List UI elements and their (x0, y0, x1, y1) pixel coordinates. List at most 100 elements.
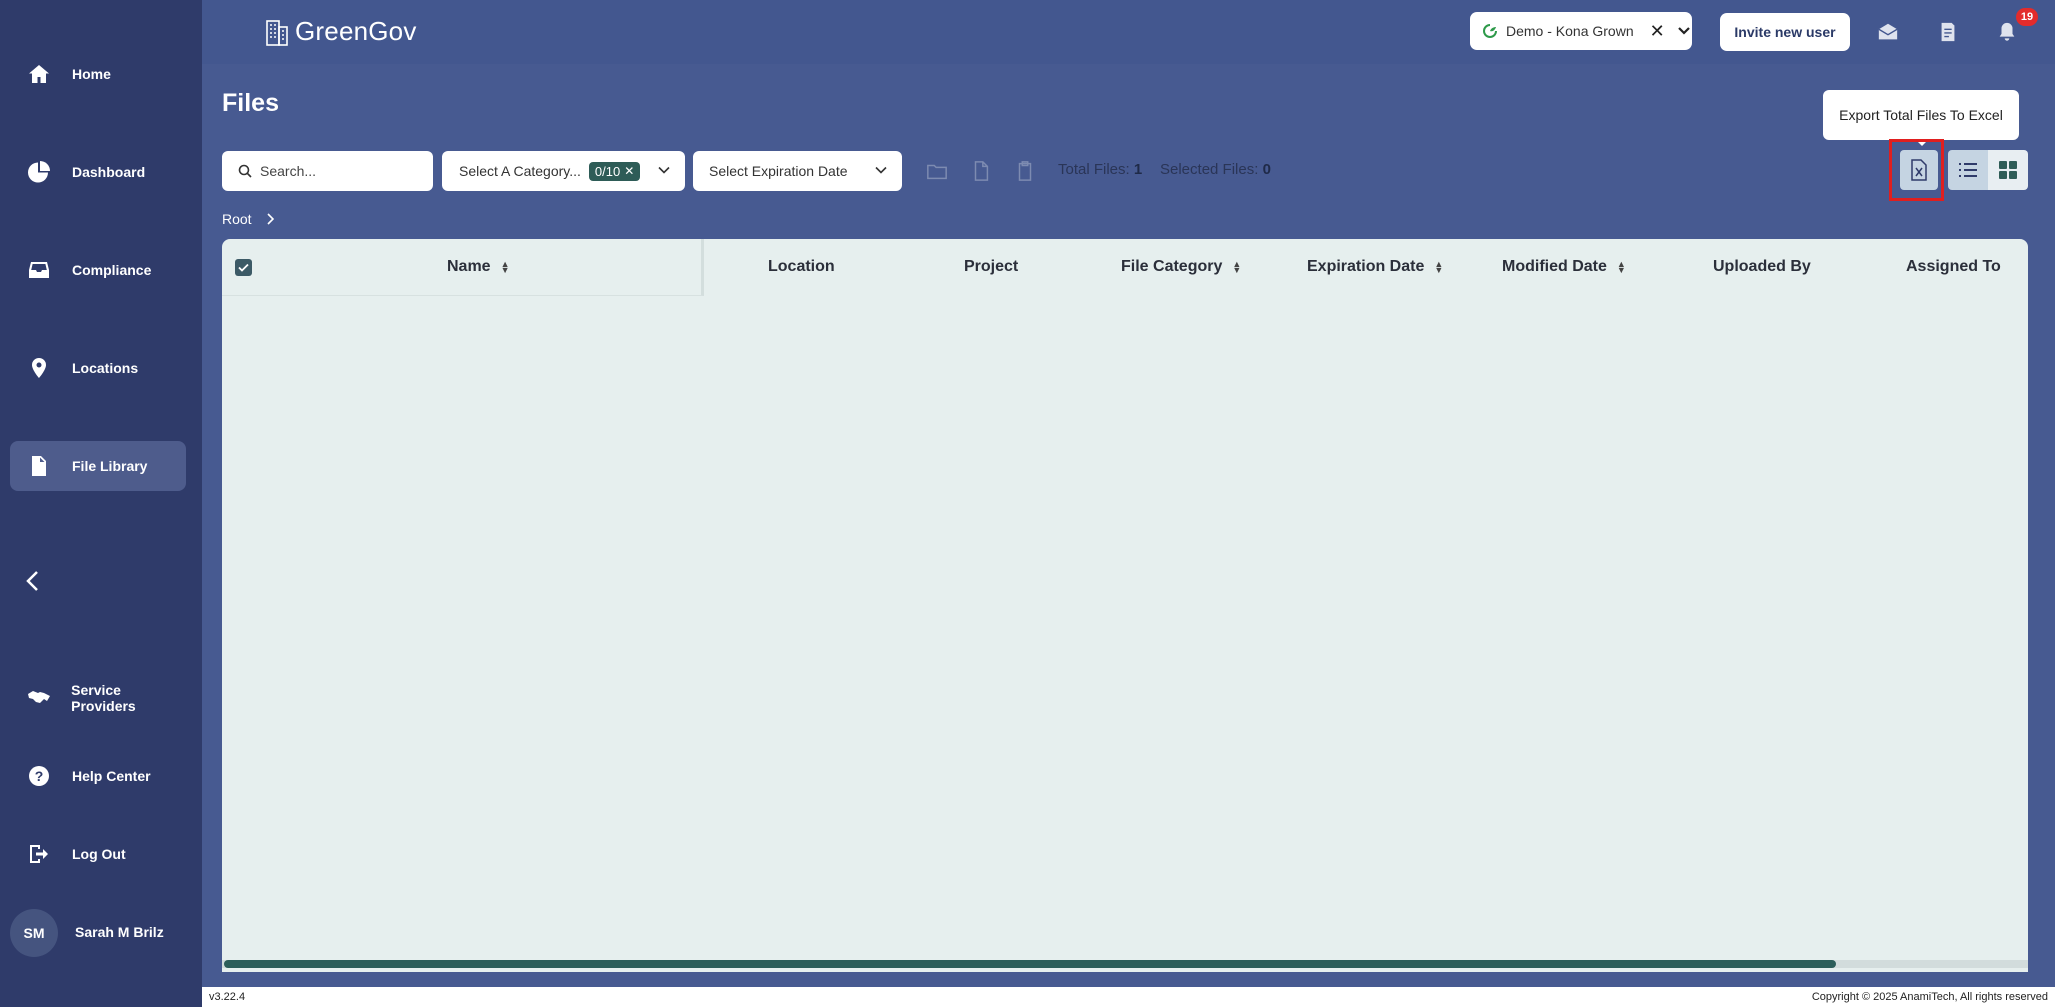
check-icon (238, 263, 249, 272)
th-expiration-date[interactable]: Expiration Date ▲ ▼ (1307, 258, 1443, 276)
building-icon (266, 19, 288, 46)
files-table: Name ▲ ▼ Location Project File Category ▲… (222, 239, 2028, 972)
folder-icon (927, 164, 947, 180)
clipboard-icon (1018, 161, 1032, 181)
sidebar-item-compliance[interactable]: Compliance (10, 245, 186, 295)
grid-view-button[interactable] (1988, 150, 2028, 190)
brand-logo[interactable]: GreenGov (264, 16, 417, 47)
sidebar-item-label: Locations (72, 360, 139, 376)
notification-badge: 19 (2016, 8, 2038, 26)
avatar[interactable]: SM (10, 909, 58, 957)
export-tooltip: Export Total Files To Excel (1823, 90, 2019, 146)
total-files-label: Total Files: (1058, 161, 1130, 178)
th-expiration-date-label: Expiration Date (1307, 258, 1425, 275)
top-header: GreenGov Demo - Kona Grown ✕ Invite new … (202, 0, 2055, 64)
file-icon (24, 451, 54, 481)
leaf-icon (1483, 24, 1497, 38)
bell-icon (1999, 22, 2015, 41)
sidebar-item-label: Log Out (72, 846, 126, 862)
th-project-label: Project (964, 258, 1019, 275)
sidebar-item-home[interactable]: Home (10, 49, 186, 99)
grid-icon (1999, 161, 2017, 179)
search-input[interactable] (260, 163, 430, 179)
pie-chart-icon (24, 157, 54, 187)
question-circle-icon: ? (24, 761, 54, 791)
th-uploaded-by-label: Uploaded By (1713, 258, 1811, 275)
category-count-chip[interactable]: 0/10 ✕ (588, 161, 641, 181)
documents-button[interactable] (1933, 17, 1963, 47)
sidebar-item-label: Service Providers (71, 682, 136, 714)
category-count: 0/10 (594, 163, 621, 179)
sidebar-item-label: Compliance (72, 262, 152, 278)
new-file-button[interactable] (968, 158, 994, 184)
organization-select[interactable]: Demo - Kona Grown ✕ (1470, 12, 1692, 50)
document-icon (1941, 22, 1955, 42)
th-assigned-to[interactable]: Assigned To (1906, 258, 2001, 276)
th-location-label: Location (768, 258, 835, 275)
collapse-sidebar-button[interactable] (18, 566, 48, 596)
svg-text:?: ? (35, 768, 44, 784)
th-name[interactable]: Name ▲ ▼ (447, 258, 510, 276)
messages-button[interactable] (1873, 17, 1903, 47)
expiration-placeholder: Select Expiration Date (709, 163, 848, 179)
selected-files-stat: Selected Files: 0 (1160, 161, 1271, 178)
new-folder-button[interactable] (924, 158, 950, 184)
sidebar-item-locations[interactable]: Locations (10, 343, 186, 393)
sidebar-item-label: Home (72, 66, 111, 82)
sort-icon: ▲ ▼ (1232, 259, 1242, 275)
user-name[interactable]: Sarah M Brilz (75, 924, 164, 940)
copyright: Copyright © 2025 AnamiTech, All rights r… (1811, 991, 2048, 1003)
sidebar-item-help-center[interactable]: ? Help Center (10, 751, 186, 801)
organization-value: Demo - Kona Grown (1506, 23, 1634, 39)
sort-icon: ▲ ▼ (1616, 259, 1626, 275)
clear-category-icon[interactable]: ✕ (624, 164, 634, 178)
category-placeholder: Select A Category... (459, 163, 581, 179)
selected-files-label: Selected Files: (1160, 161, 1259, 178)
name-column-header: Name ▲ ▼ (222, 239, 704, 296)
chevron-down-icon (875, 166, 887, 174)
footer: v3.22.4 Copyright © 2025 AnamiTech, All … (202, 987, 2055, 1007)
brand-name: GreenGov (295, 16, 417, 46)
sort-icon: ▲ ▼ (500, 259, 510, 275)
sort-icon: ▲ ▼ (1434, 259, 1444, 275)
sidebar-item-log-out[interactable]: Log Out (10, 829, 186, 879)
app-version: v3.22.4 (209, 991, 246, 1003)
th-modified-date[interactable]: Modified Date ▲ ▼ (1502, 258, 1626, 276)
home-icon (24, 59, 54, 89)
list-view-button[interactable] (1948, 150, 1988, 190)
export-excel-button[interactable] (1900, 150, 1938, 190)
map-pin-icon (24, 353, 54, 383)
search-box[interactable] (222, 151, 433, 191)
chevron-right-icon (267, 213, 274, 225)
chevron-down-icon[interactable] (1677, 26, 1691, 36)
th-modified-date-label: Modified Date (1502, 258, 1607, 275)
invite-new-user-button[interactable]: Invite new user (1720, 13, 1850, 51)
list-icon (1959, 163, 1977, 177)
breadcrumb-root[interactable]: Root (222, 211, 252, 227)
category-select[interactable]: Select A Category... 0/10 ✕ (442, 151, 685, 191)
sidebar-item-service-providers[interactable]: Service Providers (10, 673, 186, 723)
scrollbar-thumb[interactable] (224, 960, 1836, 968)
clipboard-button[interactable] (1012, 158, 1038, 184)
inbox-tray-icon (24, 255, 54, 285)
excel-file-icon (1911, 159, 1927, 181)
logout-icon (24, 839, 54, 869)
th-assigned-to-label: Assigned To (1906, 258, 2001, 275)
breadcrumb: Root (222, 211, 274, 227)
total-files-stat: Total Files: 1 (1058, 161, 1142, 178)
select-all-checkbox[interactable] (235, 259, 252, 276)
page-title: Files (222, 89, 279, 117)
th-uploaded-by[interactable]: Uploaded By (1713, 258, 1811, 276)
th-file-category[interactable]: File Category ▲ ▼ (1121, 258, 1241, 276)
th-project[interactable]: Project (964, 258, 1018, 276)
sidebar-item-dashboard[interactable]: Dashboard (10, 147, 186, 197)
th-name-label: Name (447, 258, 491, 275)
th-location[interactable]: Location (768, 258, 835, 276)
sidebar-item-label: Dashboard (72, 164, 146, 180)
sidebar-item-file-library[interactable]: File Library (10, 441, 186, 491)
expiration-date-select[interactable]: Select Expiration Date (693, 151, 902, 191)
clear-organization-icon[interactable]: ✕ (1650, 21, 1665, 42)
handshake-icon (24, 683, 53, 713)
sidebar-item-label: File Library (72, 458, 148, 474)
horizontal-scrollbar[interactable] (222, 960, 2028, 968)
